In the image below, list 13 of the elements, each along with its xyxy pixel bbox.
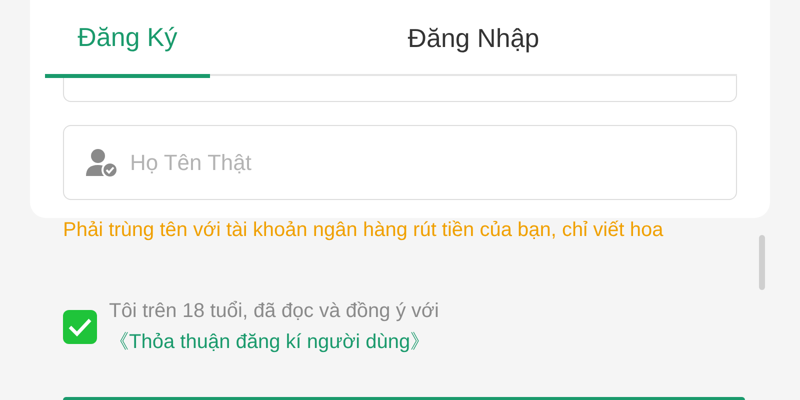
checkmark-icon	[68, 317, 92, 337]
hint-text: Phải trùng tên với tài khoản ngân hàng rút tiền của bạn, chỉ viết hoa	[63, 218, 664, 243]
user-check-icon	[86, 148, 118, 178]
input-field[interactable]: Họ Tên Thật	[63, 125, 737, 200]
checkbox[interactable]	[63, 310, 97, 344]
tab[interactable]: Đăng Nhập	[210, 0, 737, 76]
placeholder-text: Họ Tên Thật	[130, 149, 252, 177]
tab[interactable]: Đăng Ký	[45, 0, 210, 78]
agreement-text: Tôi trên 18 tuổi, đã đọc và đồng ý với 《Thỏa thuận đăng kí người dùng》	[109, 299, 440, 355]
button-top-edge[interactable]	[63, 397, 745, 400]
terms-link[interactable]: 《Thỏa thuận đăng kí người dùng》	[109, 331, 430, 353]
scrollbar[interactable]	[759, 235, 765, 290]
input-field[interactable]	[63, 76, 737, 102]
